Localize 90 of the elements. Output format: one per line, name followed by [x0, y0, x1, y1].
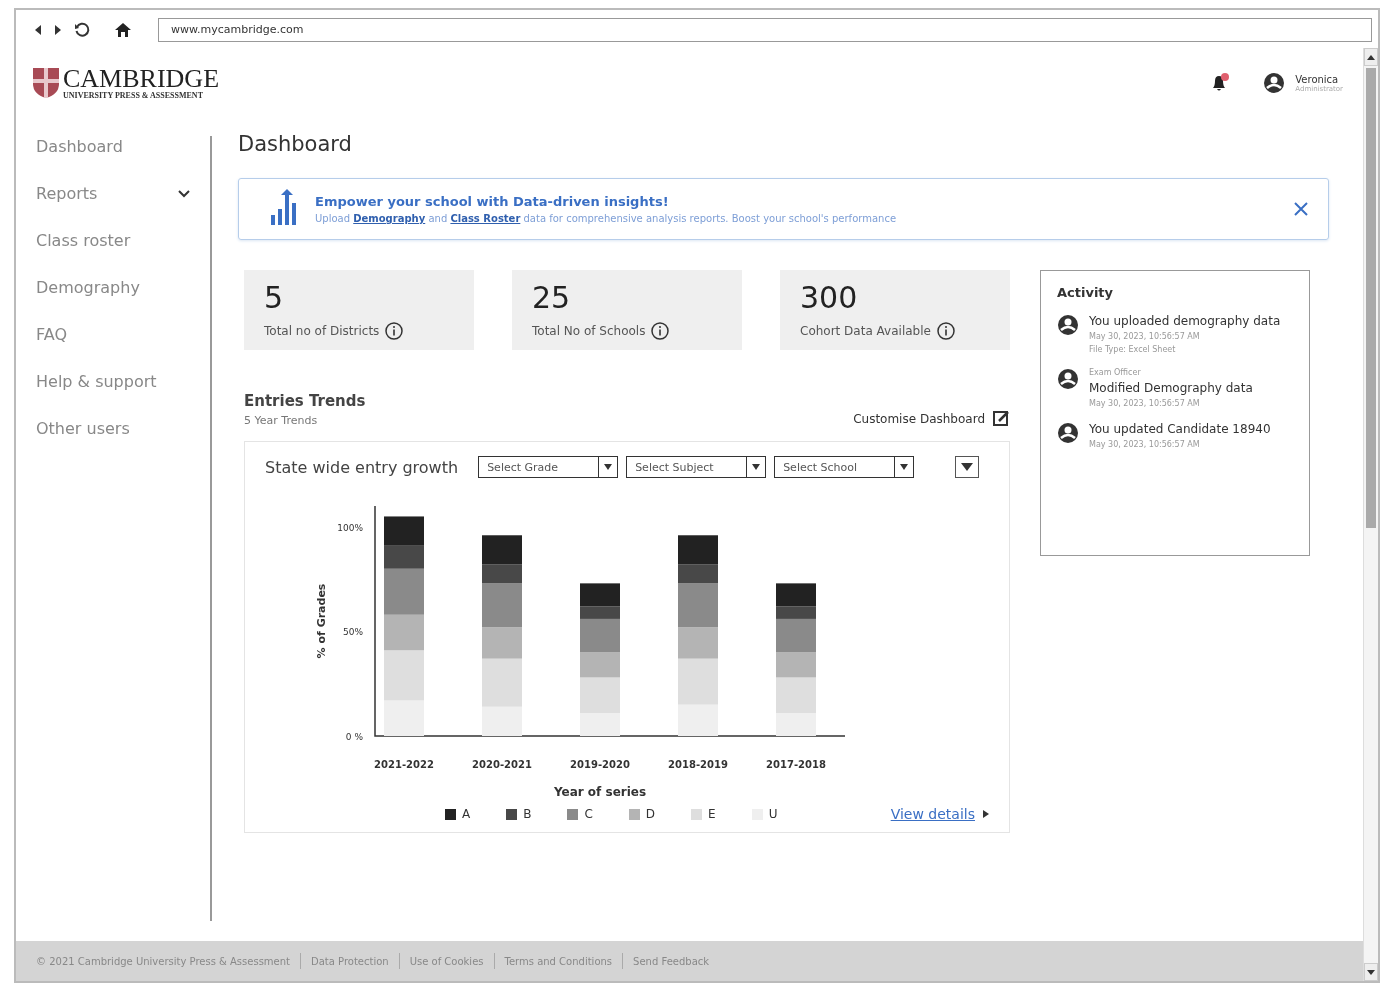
stat-label: Total no of Districts [264, 324, 380, 338]
sidebar-item[interactable]: Reports [36, 183, 210, 204]
stat-value: 5 [264, 280, 285, 316]
sidebar-item[interactable]: Demography [36, 277, 210, 298]
footer-link[interactable]: Send Feedback [633, 955, 710, 967]
bar-segment [384, 516, 424, 546]
tick-label: 2020-2021 [472, 759, 532, 770]
banner-title: Empower your school with Data-driven insights! [315, 194, 670, 209]
caret-icon[interactable] [961, 463, 973, 471]
activity-detail: File Type: Excel Sheet [1089, 345, 1177, 354]
stat-value: 25 [532, 280, 572, 316]
legend-label: U [768, 807, 778, 821]
tick-label: 50% [343, 627, 363, 638]
bar-segment [384, 650, 424, 701]
legend-label: A [462, 807, 471, 821]
chevron-icon[interactable] [178, 189, 190, 198]
forward-icon[interactable] [54, 24, 62, 36]
stat-value: 300 [800, 280, 859, 316]
sidebar-item[interactable]: Other users [36, 418, 210, 439]
filter-dropdown[interactable]: Select School [774, 456, 915, 478]
activity-text: Modified Demography data [1089, 381, 1253, 395]
filter-dropdown[interactable]: Select Grade [478, 456, 619, 478]
info-icon[interactable] [651, 322, 670, 340]
info-icon[interactable] [936, 322, 955, 340]
sidebar-item[interactable]: Dashboard [36, 136, 210, 157]
stat-label: Cohort Data Available [800, 324, 931, 338]
bar-segment [580, 652, 620, 678]
chart-title: State wide entry growth [265, 457, 459, 477]
dropdown-button[interactable] [955, 456, 979, 478]
avatar-icon[interactable] [1263, 72, 1286, 94]
legend-label: D [645, 807, 656, 821]
logo-subtitle: UNIVERSITY PRESS & ASSESSMENT [63, 90, 204, 100]
bar-segment [776, 652, 816, 678]
home-icon[interactable] [114, 22, 132, 38]
activity-time: May 30, 2023, 10:56:57 AM [1089, 440, 1201, 449]
banner-description: Upload Demography and Class Roster data for comprehensive analysis reports. Boost your school's performance [315, 213, 898, 224]
axis-title: % of Grades [315, 583, 328, 659]
info-icon[interactable] [385, 322, 404, 340]
shield-icon [32, 67, 60, 99]
legend-label: C [584, 807, 593, 821]
activity-text: You updated Candidate 18940 [1089, 422, 1271, 436]
page-title: Dashboard [238, 132, 353, 156]
axis-title: Year of series [553, 785, 647, 799]
caret-icon [983, 810, 989, 818]
sidebar-item[interactable]: FAQ [36, 324, 210, 345]
logo-title: CAMBRIDGE [63, 66, 219, 91]
address-bar[interactable]: www.mycambridge.com [158, 18, 1372, 42]
stat-label: Total No of Schools [532, 324, 646, 338]
sidebar-item[interactable]: Help & support [36, 371, 210, 392]
avatar-icon [1057, 314, 1079, 336]
copyright-text: © 2021 Cambridge University Press & Assessment [36, 955, 290, 967]
panel-title: Activity [1057, 285, 1115, 300]
section-subtitle: 5 Year Trends [244, 414, 319, 427]
user-name: Veronica [1295, 73, 1340, 85]
activity-actor: Exam Officer [1089, 368, 1142, 377]
section-title: Entries Trends [244, 392, 366, 410]
scrollbar[interactable] [1363, 48, 1378, 981]
tick-label: 2019-2020 [570, 759, 630, 770]
filter-dropdown[interactable]: Select Subject [626, 456, 767, 478]
scroll-down-icon[interactable] [1367, 969, 1375, 975]
tick-label: 100% [337, 522, 363, 533]
caret-icon[interactable] [900, 464, 909, 470]
legend-label: E [708, 807, 716, 821]
avatar-icon [1057, 368, 1079, 390]
activity-text: You uploaded demography data [1089, 314, 1281, 328]
bar-segment [384, 700, 424, 736]
activity-time: May 30, 2023, 10:56:57 AM [1089, 332, 1201, 341]
footer-link[interactable]: Use of Cookies [409, 955, 484, 967]
tick-label: 2018-2019 [668, 759, 728, 770]
activity-time: May 30, 2023, 10:56:57 AM [1089, 399, 1201, 408]
tick-label: 0 % [345, 732, 363, 742]
caret-icon[interactable] [752, 464, 761, 470]
scroll-up-icon[interactable] [1367, 54, 1375, 60]
banner-link[interactable]: Demography [353, 213, 426, 224]
customise-link[interactable]: Customise Dashboard [853, 411, 985, 426]
view-details-link[interactable]: View details [890, 806, 975, 822]
reload-icon[interactable] [74, 22, 90, 38]
tick-label: 2017-2018 [766, 759, 826, 770]
back-icon[interactable] [34, 24, 42, 36]
close-icon[interactable] [1294, 202, 1308, 216]
caret-icon[interactable] [604, 464, 613, 470]
legend-label: B [523, 807, 532, 821]
edit-icon[interactable] [993, 410, 1010, 427]
footer-link[interactable]: Terms and Conditions [504, 955, 613, 967]
sidebar-item[interactable]: Class roster [36, 230, 210, 251]
banner-link[interactable]: Class Roster [450, 213, 521, 224]
tick-label: 2021-2022 [374, 759, 434, 770]
avatar-icon [1057, 422, 1079, 444]
footer-link[interactable]: Data Protection [311, 955, 389, 967]
bar-segment [384, 614, 424, 651]
